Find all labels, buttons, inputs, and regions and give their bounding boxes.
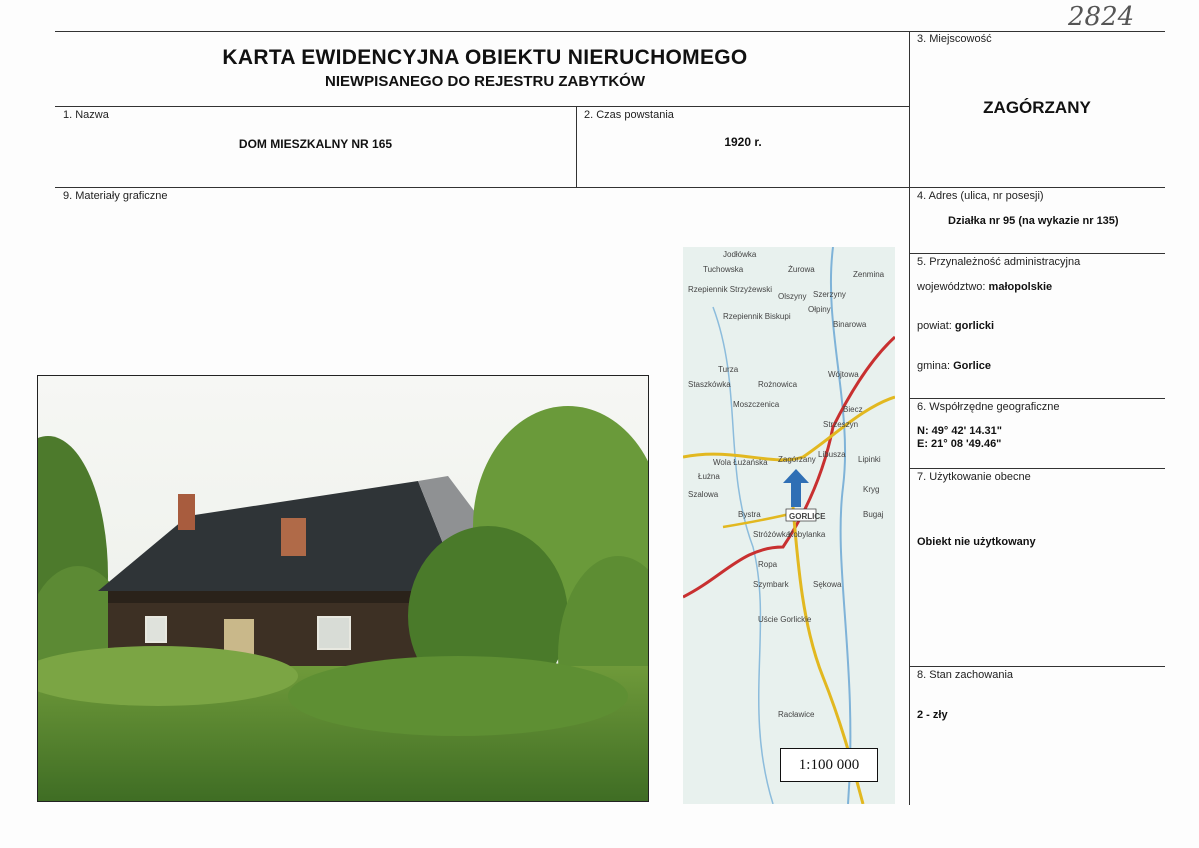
map-place-label: Kobylanka bbox=[788, 530, 826, 539]
usage-label: 7. Użytkowanie obecne bbox=[917, 471, 1031, 483]
locality-label: 3. Miejscowość bbox=[917, 33, 992, 45]
county-label: powiat: bbox=[917, 320, 952, 332]
map-place-label: GORLICE bbox=[789, 512, 826, 521]
address-value: Działka nr 95 (na wykazie nr 135) bbox=[948, 215, 1119, 227]
map-place-label: Żurowa bbox=[788, 265, 815, 274]
usage-value: Obiekt nie użytkowany bbox=[917, 536, 1036, 548]
commune-label: gmina: bbox=[917, 360, 951, 372]
form-subtitle: NIEWPISANEGO DO REJESTRU ZABYTKÓW bbox=[324, 73, 646, 90]
right-column-divider bbox=[909, 31, 910, 805]
condition-value: 2 - zły bbox=[917, 709, 948, 721]
voivodeship-value: małopolskie bbox=[988, 281, 1053, 293]
commune-value: Gorlice bbox=[953, 360, 991, 372]
map-place-label: Olszyny bbox=[778, 292, 806, 301]
document-number: 2824 bbox=[1068, 2, 1135, 32]
top-rule bbox=[55, 31, 1165, 32]
county-value: gorlicki bbox=[954, 320, 995, 332]
condition-rule bbox=[909, 666, 1165, 667]
map-place-label: Tuchowska bbox=[703, 265, 744, 274]
map-place-label: Racławice bbox=[778, 710, 815, 719]
title-rule bbox=[55, 106, 910, 107]
map-place-label: Szymbark bbox=[753, 580, 790, 589]
map-place-label: Zenmina bbox=[853, 270, 885, 279]
map-place-label: Łużna bbox=[698, 472, 720, 481]
map-place-label: Szalowa bbox=[688, 490, 719, 499]
map-place-label: Rzepiennik Biskupi bbox=[723, 312, 791, 321]
map-place-label: Jodłówka bbox=[723, 250, 757, 259]
county-row: powiat: gorlicki bbox=[917, 320, 994, 332]
form-title: KARTA EWIDENCYJNA OBIEKTU NIERUCHOMEGO bbox=[222, 46, 748, 69]
admin-rule bbox=[909, 253, 1165, 254]
coords-east: E: 21° 08 '49.46" bbox=[917, 438, 1002, 450]
name-label: 1. Nazwa bbox=[63, 109, 109, 121]
map-place-label: Wola Łużańska bbox=[713, 458, 768, 467]
map-place-label: Bystra bbox=[738, 510, 761, 519]
map-place-label: Zagórzany bbox=[778, 455, 816, 464]
map-place-label: Uście Gorlickie bbox=[758, 615, 812, 624]
map-place-label: Stróżówka bbox=[753, 530, 791, 539]
name-value: DOM MIESZKALNY NR 165 bbox=[238, 137, 393, 151]
map-place-label: Binarowa bbox=[833, 320, 867, 329]
map-place-label: Sękowa bbox=[813, 580, 842, 589]
voivodeship-label: województwo: bbox=[917, 281, 986, 293]
map-place-label: Biecz bbox=[843, 405, 863, 414]
period-value: 1920 r. bbox=[724, 135, 762, 149]
map-place-label: Strzeszyn bbox=[823, 420, 858, 429]
map-place-label: Libusza bbox=[818, 450, 846, 459]
map-place-label: Turza bbox=[718, 365, 739, 374]
map-place-label: Ołpiny bbox=[808, 305, 831, 314]
map-place-label: Staszkówka bbox=[688, 380, 731, 389]
map-place-label: Szerzyny bbox=[813, 290, 846, 299]
coords-rule bbox=[909, 398, 1165, 399]
map-place-label: Wójtowa bbox=[828, 370, 859, 379]
map-place-label: Kryg bbox=[863, 485, 879, 494]
commune-row: gmina: Gorlice bbox=[917, 360, 991, 372]
map-place-label: Rzepiennik Strzyżewski bbox=[688, 285, 772, 294]
map-place-label: Moszczenica bbox=[733, 400, 780, 409]
map-place-label: Bugaj bbox=[863, 510, 884, 519]
coords-north: N: 49° 42' 14.31" bbox=[917, 425, 1003, 437]
house-photo bbox=[37, 375, 649, 802]
map-place-label: Ropa bbox=[758, 560, 778, 569]
voivodeship-row: województwo: małopolskie bbox=[917, 281, 1052, 293]
locality-value: ZAGÓRZANY bbox=[983, 98, 1091, 117]
map-scale: 1:100 000 bbox=[780, 748, 878, 782]
graphics-rule bbox=[55, 187, 1165, 188]
address-label: 4. Adres (ulica, nr posesji) bbox=[917, 190, 1044, 202]
usage-rule bbox=[909, 468, 1165, 469]
location-map: Jodłówka Tuchowska Żurowa Rzepiennik Strzyż… bbox=[683, 247, 895, 804]
map-place-label: Rożnowica bbox=[758, 380, 798, 389]
condition-label: 8. Stan zachowania bbox=[917, 669, 1014, 681]
graphics-label: 9. Materiały graficzne bbox=[63, 190, 168, 202]
map-place-label: Lipinki bbox=[858, 455, 881, 464]
period-label: 2. Czas powstania bbox=[584, 109, 674, 121]
coords-label: 6. Współrzędne geograficzne bbox=[917, 401, 1060, 413]
admin-label: 5. Przynależność administracyjna bbox=[917, 256, 1081, 268]
